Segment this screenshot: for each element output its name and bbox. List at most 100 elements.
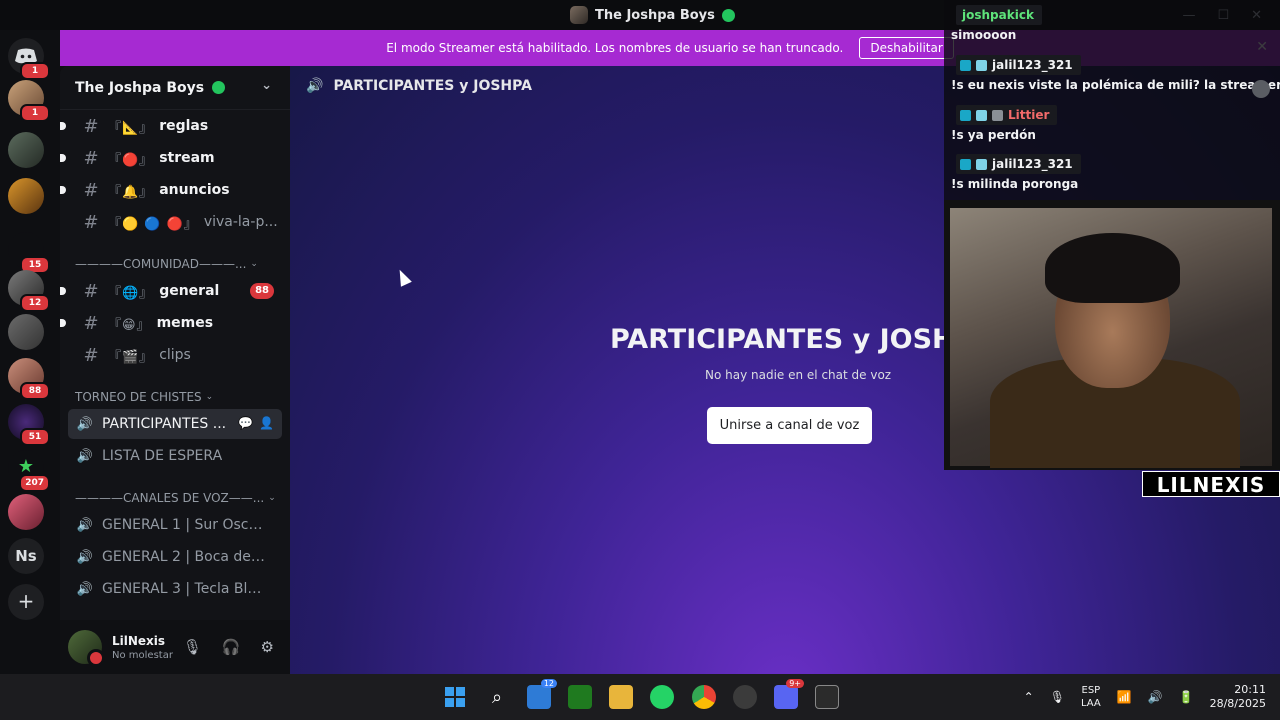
microphone-icon[interactable]: 🎙: [1050, 690, 1065, 704]
system-tray: ⌃ 🎙 ESP LAA 📶 🔊 🔋 20:11 28/8/2025: [1024, 674, 1280, 720]
server-badge: 51: [20, 428, 50, 446]
xbox-icon[interactable]: [568, 685, 592, 709]
chevron-down-icon: ⌄: [250, 259, 258, 269]
voice-channel-general-1[interactable]: 🔊 GENERAL 1 | Sur Oscur...: [68, 510, 282, 540]
server-icon-10[interactable]: [8, 494, 44, 530]
chat-username: jalil123_321: [992, 58, 1073, 72]
category-torneo[interactable]: TORNEO DE CHISTES ⌄: [75, 388, 275, 406]
server-badge: 88: [20, 382, 50, 400]
channel-emoji: 『😁』: [108, 317, 151, 333]
window-title-group: The Joshpa Boys: [570, 5, 735, 25]
server-header[interactable]: The Joshpa Boys ⌄: [60, 66, 290, 110]
invite-icon[interactable]: 👤: [259, 416, 274, 430]
discord-window: The Joshpa Boys — ☐ ✕ 1 1 15 12 88 51 ★2…: [0, 0, 1280, 720]
app-icon[interactable]: [733, 685, 757, 709]
mouse-cursor-icon: [394, 267, 412, 287]
mention-badge: 88: [250, 283, 274, 299]
volume-icon[interactable]: 🔊: [1148, 690, 1163, 704]
language-indicator[interactable]: ESP LAA: [1081, 684, 1101, 710]
chat-user-row: Littier: [956, 105, 1058, 125]
channel-label: stream: [159, 150, 215, 166]
channel-viva-la-p[interactable]: # 『🟡 🔵 🔴』 viva-la-p...: [68, 207, 282, 237]
windows-start-icon[interactable]: [443, 685, 467, 709]
category-canales-de-voz[interactable]: ————CANALES DE VOZ——... ⌄: [75, 489, 276, 507]
language-code: ESP: [1081, 685, 1101, 696]
user-panel: LilNexis No molestar 🎙 🎧 ⚙: [60, 620, 290, 674]
chevron-down-icon: ⌄: [261, 78, 272, 93]
battery-icon[interactable]: 🔋: [1179, 690, 1194, 704]
server-badge: 1: [20, 104, 50, 122]
server-icon-8[interactable]: 51: [8, 404, 50, 446]
clock-date: 28/8/2025: [1209, 697, 1266, 710]
avatar[interactable]: [68, 630, 105, 667]
window-title: The Joshpa Boys: [595, 7, 715, 23]
whatsapp-icon[interactable]: [650, 685, 674, 709]
add-server-button[interactable]: +: [8, 584, 44, 620]
voice-channel-participantes[interactable]: 🔊 PARTICIPANTES ... 💬 👤: [68, 409, 282, 439]
webcam-feed: [950, 208, 1272, 468]
server-icon-3[interactable]: [8, 178, 44, 214]
clock[interactable]: 20:11 28/8/2025: [1210, 683, 1266, 711]
badge-icon: [960, 109, 971, 121]
voice-channel-lista-de-espera[interactable]: 🔊 LISTA DE ESPERA: [68, 441, 282, 471]
microphone-icon[interactable]: 🎙: [183, 638, 202, 656]
channel-clips[interactable]: # 『🎬』 clips: [68, 340, 282, 370]
search-icon[interactable]: ⌕: [485, 685, 509, 709]
badge-icon: [960, 59, 971, 71]
hash-icon: #: [83, 312, 99, 334]
gear-icon[interactable]: ⚙: [261, 638, 274, 656]
channel-label: reglas: [159, 118, 209, 134]
server-icon-6[interactable]: [8, 314, 44, 350]
badge-icon: [976, 59, 987, 71]
chevron-down-icon: ⌄: [268, 493, 276, 503]
channel-label: memes: [156, 315, 214, 331]
badge-icon: [992, 109, 1003, 121]
store-icon[interactable]: 12: [527, 679, 557, 709]
clapper-icon[interactable]: [815, 685, 839, 709]
windows-logo-icon: [445, 687, 465, 707]
server-icon-2[interactable]: [8, 132, 44, 168]
category-label: ————COMUNIDAD———...: [75, 257, 247, 271]
channel-anuncios[interactable]: # 『🔔』 anuncios: [60, 175, 282, 205]
channel-label: GENERAL 1 | Sur Oscur...: [102, 517, 268, 533]
channel-reglas[interactable]: # 『📐』 reglas: [60, 111, 282, 141]
chrome-icon[interactable]: [692, 685, 716, 709]
discord-taskbar-icon[interactable]: 9+: [774, 679, 804, 709]
headphones-icon[interactable]: 🎧: [222, 638, 241, 656]
badge-icon: [976, 109, 987, 121]
file-explorer-icon[interactable]: [609, 685, 633, 709]
chat-username: joshpakick: [956, 5, 1042, 25]
channel-general[interactable]: # 『🌐』 general 88: [60, 276, 282, 306]
channel-memes[interactable]: # 『😁』 memes: [60, 308, 282, 338]
discord-home-button[interactable]: 1: [8, 38, 50, 80]
server-icon-7[interactable]: 88: [8, 358, 50, 400]
channel-emoji: 『🔴』: [108, 152, 154, 168]
voice-channel-general-2[interactable]: 🔊 GENERAL 2 | Boca del T...: [68, 542, 282, 572]
unread-indicator: [60, 319, 66, 327]
server-icon-5[interactable]: 12: [8, 270, 50, 312]
join-voice-button[interactable]: Unirse a canal de voz: [707, 407, 872, 444]
chat-user-row: jalil123_321: [956, 154, 1081, 174]
online-status-icon: [721, 8, 735, 22]
server-icon-4[interactable]: 15: [8, 232, 50, 274]
server-name: The Joshpa Boys: [75, 79, 205, 96]
category-label: ————CANALES DE VOZ——...: [75, 491, 265, 505]
webcam-overlay: [944, 200, 1280, 470]
unread-indicator: [60, 186, 66, 194]
speaker-icon: 🔊: [76, 416, 94, 432]
channel-stream[interactable]: # 『🔴』 stream: [60, 143, 282, 173]
banner-text: El modo Streamer está habilitado. Los no…: [386, 41, 844, 55]
chevron-up-icon[interactable]: ⌃: [1024, 690, 1034, 704]
voice-channel-empty-text: No hay nadie en el chat de voz: [705, 368, 892, 382]
voice-channel-general-3[interactable]: 🔊 GENERAL 3 | Tecla Blan...: [68, 574, 282, 604]
server-icon-1[interactable]: 1: [8, 80, 50, 122]
chat-bubble-icon[interactable]: 💬: [238, 416, 253, 430]
disable-streamer-mode-button[interactable]: Deshabilitar: [859, 37, 954, 59]
server-icon-9[interactable]: ★ 207: [8, 450, 50, 492]
chat-username: Littier: [1008, 108, 1050, 122]
server-icon: [570, 6, 588, 24]
category-comunidad[interactable]: ————COMUNIDAD———... ⌄: [75, 255, 275, 273]
channel-label: GENERAL 2 | Boca del T...: [102, 549, 268, 565]
wifi-icon[interactable]: 📶: [1117, 690, 1132, 704]
server-icon-ns[interactable]: Ns: [8, 538, 44, 574]
